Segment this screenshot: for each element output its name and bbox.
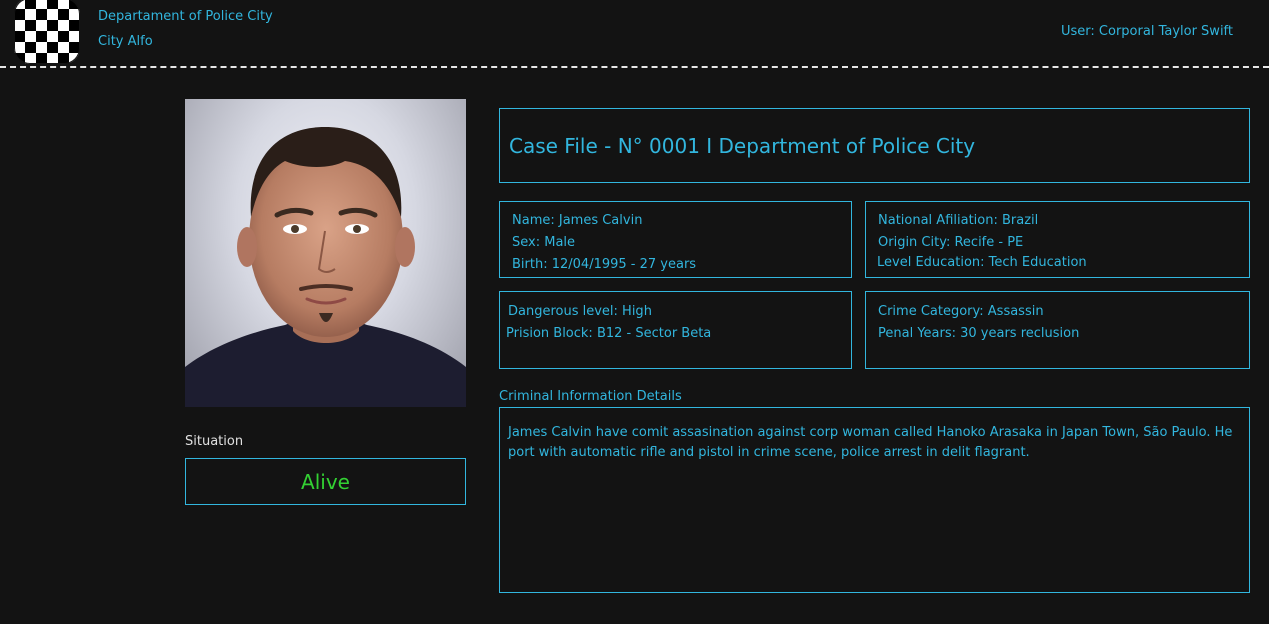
situation-status-badge: Alive: [185, 458, 466, 505]
suspect-photo: [185, 99, 466, 407]
crime-info-box: Crime Category: Assassin Penal Years: 30…: [865, 291, 1250, 369]
danger-info-box: Dangerous level: High Prision Block: B12…: [499, 291, 852, 369]
origin-city: Origin City: Recife - PE: [878, 235, 1024, 250]
top-header: Departament of Police City City Alfo Use…: [0, 0, 1269, 68]
suspect-portrait-image: [185, 127, 466, 407]
checkered-flag-icon[interactable]: [14, 0, 80, 64]
crime-category: Crime Category: Assassin: [878, 304, 1044, 319]
current-user[interactable]: User: Corporal Taylor Swift: [1061, 24, 1233, 39]
criminal-details-text: James Calvin have comit assasination aga…: [499, 407, 1250, 593]
danger-level: Dangerous level: High: [508, 304, 652, 319]
department-name: Departament of Police City: [98, 9, 273, 24]
situation-label: Situation: [185, 434, 244, 449]
personal-info-box: Name: James Calvin Sex: Male Birth: 12/0…: [499, 201, 852, 278]
suspect-name: Name: James Calvin: [512, 213, 643, 228]
national-affiliation: National Afiliation: Brazil: [878, 213, 1039, 228]
suspect-birth: Birth: 12/04/1995 - 27 years: [512, 257, 697, 272]
origin-info-box: National Afiliation: Brazil Origin City:…: [865, 201, 1250, 278]
details-label: Criminal Information Details: [499, 389, 682, 404]
case-file-title: Case File - N° 0001 I Department of Poli…: [499, 108, 1250, 183]
education-level: Level Education: Tech Education: [877, 255, 1087, 270]
suspect-sex: Sex: Male: [512, 235, 576, 250]
penal-years: Penal Years: 30 years reclusion: [878, 326, 1080, 341]
city-name: City Alfo: [98, 34, 153, 49]
prison-block: Prision Block: B12 - Sector Beta: [506, 326, 712, 341]
